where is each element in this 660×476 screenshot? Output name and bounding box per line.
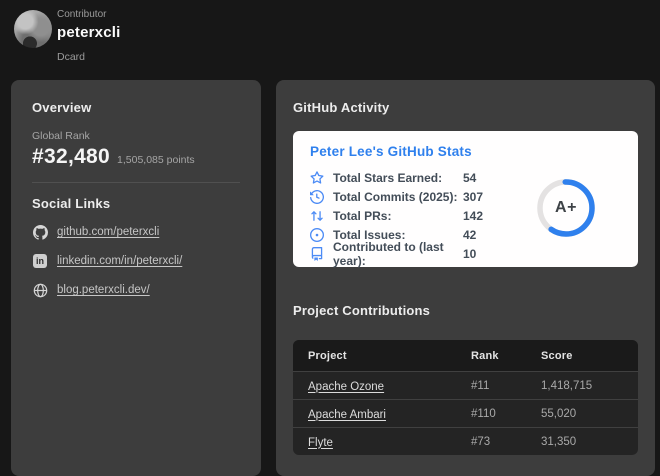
column-header-rank: Rank — [471, 350, 541, 362]
project-rank: #110 — [471, 408, 541, 420]
stat-value: 142 — [463, 209, 483, 223]
repo-icon — [310, 246, 325, 261]
github-stats-card: Peter Lee's GitHub Stats Total Stars Ear… — [293, 131, 638, 267]
stat-label: Contributed to (last year): — [333, 240, 463, 268]
stat-value: 307 — [463, 190, 483, 204]
project-link[interactable]: Apache Ambari — [308, 409, 386, 421]
project-rank: #11 — [471, 380, 541, 392]
project-score: 55,020 — [541, 408, 638, 420]
table-row: Apache Ambari #110 55,020 — [293, 399, 638, 427]
column-header-score: Score — [541, 350, 638, 362]
project-rank: #73 — [471, 436, 541, 448]
github-icon — [32, 224, 48, 240]
issue-icon — [310, 227, 325, 242]
contributor-label: Contributor — [57, 9, 121, 20]
stat-label: Total PRs: — [333, 209, 463, 223]
project-link[interactable]: Apache Ozone — [308, 381, 384, 393]
stat-value: 42 — [463, 228, 476, 242]
social-link-github[interactable]: github.com/peterxcli — [32, 224, 240, 240]
global-rank-value: #32,480 — [32, 145, 110, 169]
project-score: 31,350 — [541, 436, 638, 448]
project-score: 1,418,715 — [541, 380, 638, 392]
stat-label: Total Stars Earned: — [333, 171, 463, 185]
grade-letter: A+ — [535, 177, 597, 239]
global-rank-label: Global Rank — [32, 130, 240, 142]
stat-value: 54 — [463, 171, 476, 185]
points-value: 1,505,085 points — [117, 154, 195, 166]
social-links-title: Social Links — [32, 196, 240, 211]
stats-card-title: Peter Lee's GitHub Stats — [310, 144, 638, 159]
github-activity-panel: GitHub Activity Peter Lee's GitHub Stats… — [276, 80, 655, 476]
profile-header: Contributor peterxcli Dcard — [0, 0, 660, 80]
linkedin-icon: in — [32, 253, 48, 269]
divider — [32, 182, 240, 183]
linkedin-link[interactable]: linkedin.com/in/peterxcli/ — [57, 255, 182, 267]
username: peterxcli — [57, 24, 121, 41]
table-header: Project Rank Score — [293, 340, 638, 371]
company-name: Dcard — [57, 51, 121, 63]
globe-icon — [32, 282, 48, 298]
avatar — [14, 10, 52, 48]
social-link-linkedin[interactable]: in linkedin.com/in/peterxcli/ — [32, 253, 240, 269]
stat-value: 10 — [463, 247, 476, 261]
table-row: Apache Ozone #11 1,418,715 — [293, 371, 638, 399]
history-icon — [310, 189, 325, 204]
stat-row-contributed: Contributed to (last year): 10 — [310, 244, 638, 263]
grade-ring: A+ — [535, 177, 597, 239]
overview-panel: Overview Global Rank #32,480 1,505,085 p… — [11, 80, 261, 476]
column-header-project: Project — [293, 350, 471, 362]
pull-request-icon — [310, 208, 325, 223]
github-link[interactable]: github.com/peterxcli — [57, 226, 159, 238]
project-link[interactable]: Flyte — [308, 437, 333, 449]
table-row: Flyte #73 31,350 — [293, 427, 638, 455]
blog-link[interactable]: blog.peterxcli.dev/ — [57, 284, 150, 296]
star-icon — [310, 170, 325, 185]
overview-title: Overview — [32, 100, 240, 115]
stat-label: Total Commits (2025): — [333, 190, 463, 204]
social-link-blog[interactable]: blog.peterxcli.dev/ — [32, 282, 240, 298]
contributions-table: Project Rank Score Apache Ozone #11 1,41… — [293, 340, 638, 455]
project-contributions-title: Project Contributions — [293, 303, 638, 318]
github-activity-title: GitHub Activity — [293, 100, 638, 115]
